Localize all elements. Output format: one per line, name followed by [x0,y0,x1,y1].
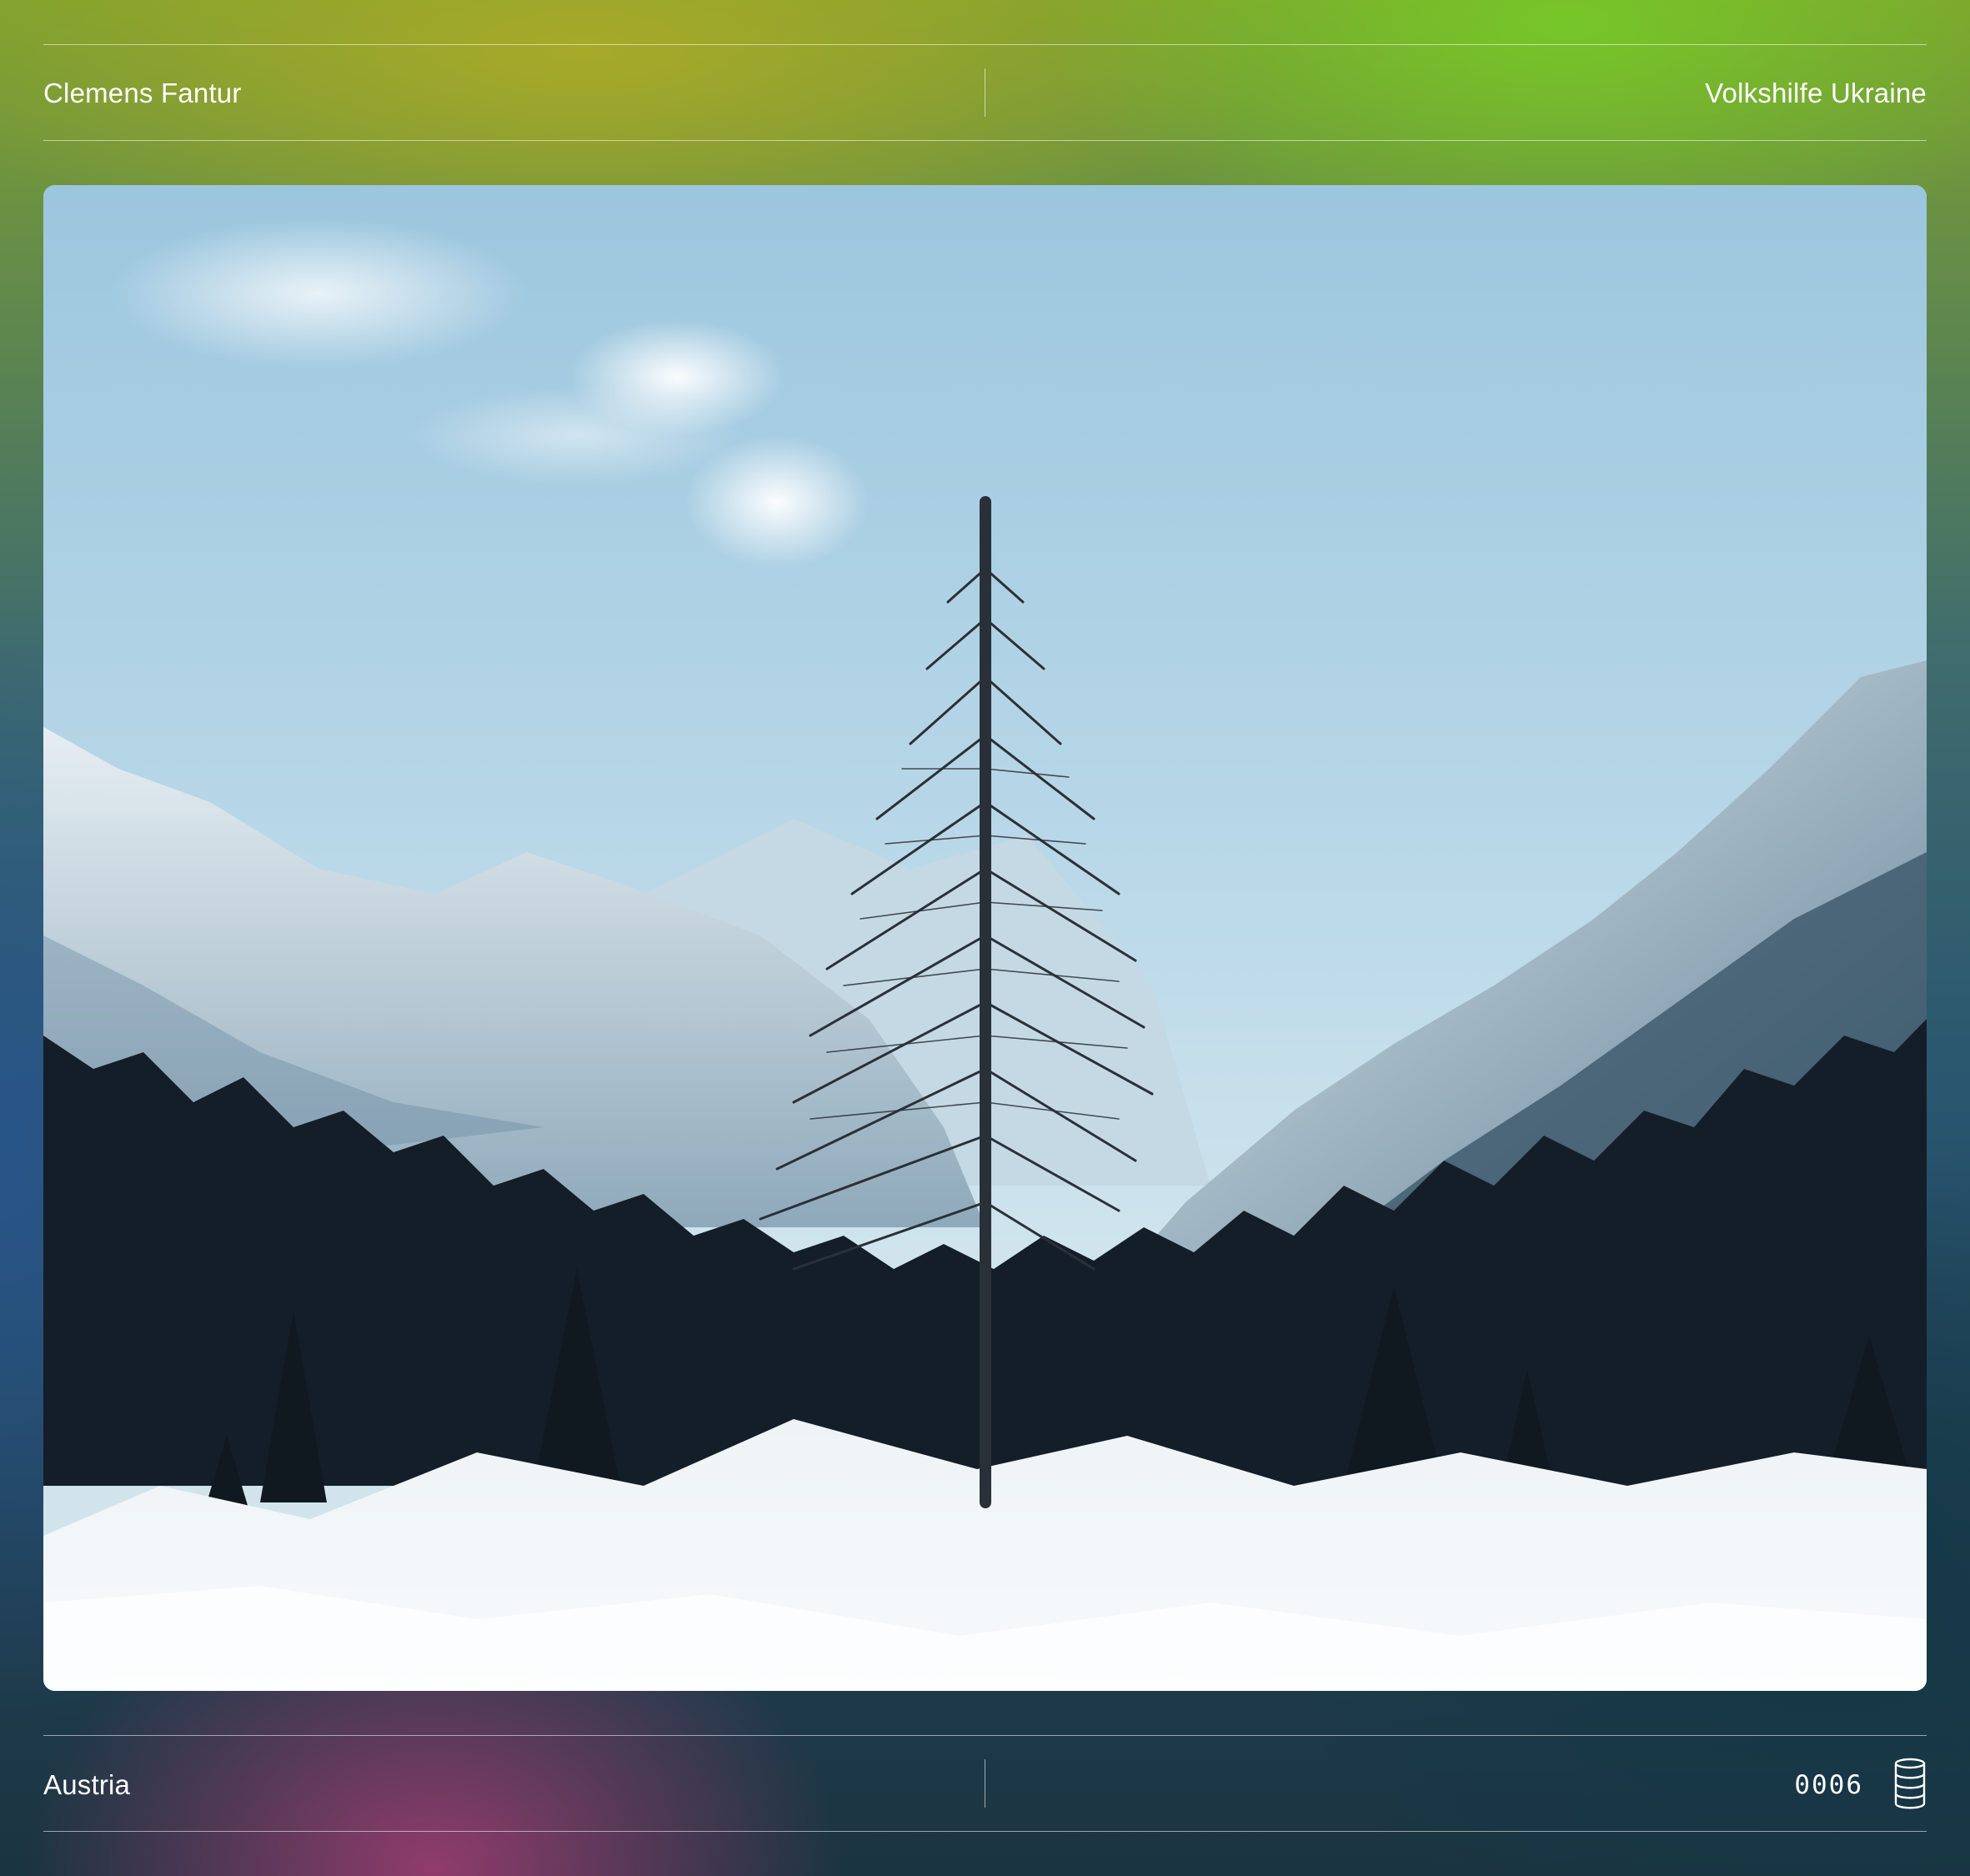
photo-counter: 0006 [1794,1770,1863,1800]
footer-top-rule [43,1735,1927,1736]
project-title[interactable]: Volkshilfe Ukraine [1705,79,1927,107]
author-name[interactable]: Clemens Fantur [43,79,242,107]
location-label[interactable]: Austria [43,1771,130,1798]
featured-photo[interactable] [43,185,1927,1691]
header-top-rule [43,44,1927,45]
header-bottom-rule [43,140,1927,141]
database-icon[interactable] [1893,1758,1927,1809]
footer-bottom-rule [43,1831,1927,1832]
photo-illustration [43,185,1927,1691]
